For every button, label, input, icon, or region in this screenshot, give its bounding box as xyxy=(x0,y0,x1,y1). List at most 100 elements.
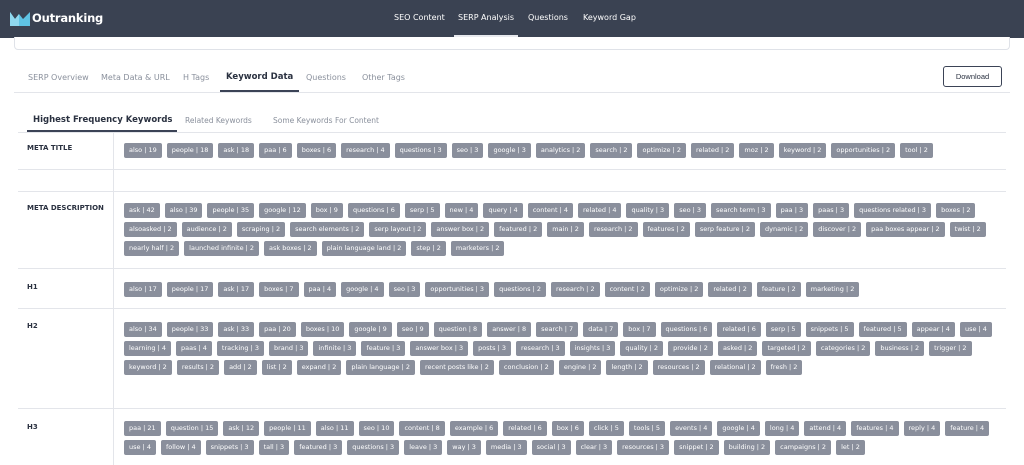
tab-h-tags[interactable]: H Tags xyxy=(183,73,209,82)
keyword-chip[interactable]: results | 2 xyxy=(176,360,220,375)
keyword-chip[interactable]: insights | 3 xyxy=(569,341,616,356)
keyword-chip[interactable]: seo | 9 xyxy=(396,322,429,337)
tab-questions[interactable]: Questions xyxy=(306,73,346,82)
keyword-chip[interactable]: leave | 3 xyxy=(404,440,443,455)
keyword-chip[interactable]: questions | 2 xyxy=(494,282,546,297)
keyword-chip[interactable]: boxes | 6 xyxy=(296,143,337,158)
keyword-chip[interactable]: infinite | 3 xyxy=(313,341,357,356)
keyword-chip[interactable]: optimize | 2 xyxy=(637,143,686,158)
keyword-chip[interactable]: seo | 3 xyxy=(388,282,421,297)
keyword-chip[interactable]: ask | 42 xyxy=(124,203,160,218)
keyword-chip[interactable]: google | 4 xyxy=(341,282,384,297)
keyword-chip[interactable]: plain language | 2 xyxy=(346,360,415,375)
keyword-chip[interactable]: also | 11 xyxy=(315,421,354,436)
keyword-chip[interactable]: paas | 4 xyxy=(175,341,212,356)
keyword-chip[interactable]: people | 33 xyxy=(166,322,214,337)
keyword-chip[interactable]: analytics | 2 xyxy=(535,143,586,158)
keyword-chip[interactable]: search elements | 2 xyxy=(290,222,365,237)
keyword-chip[interactable]: research | 3 xyxy=(516,341,565,356)
keyword-chip[interactable]: related | 4 xyxy=(578,203,622,218)
keyword-chip[interactable]: questions | 3 xyxy=(347,440,400,455)
keyword-chip[interactable]: research | 4 xyxy=(341,143,390,158)
keyword-chip[interactable]: plain language land | 2 xyxy=(321,241,407,256)
keyword-chip[interactable]: search term | 3 xyxy=(711,203,771,218)
keyword-chip[interactable]: data | 7 xyxy=(583,322,619,337)
tab-other-tags[interactable]: Other Tags xyxy=(362,73,405,82)
keyword-chip[interactable]: google | 9 xyxy=(349,322,392,337)
keyword-chip[interactable]: resources | 2 xyxy=(652,360,705,375)
keyword-chip[interactable]: ask | 17 xyxy=(218,282,255,297)
keyword-chip[interactable]: follow | 4 xyxy=(160,440,201,455)
keyword-chip[interactable]: box | 6 xyxy=(551,421,584,436)
keyword-chip[interactable]: feature | 3 xyxy=(361,341,406,356)
keyword-chip[interactable]: new | 4 xyxy=(444,203,479,218)
keyword-chip[interactable]: paa | 4 xyxy=(303,282,337,297)
keyword-chip[interactable]: related | 6 xyxy=(717,322,761,337)
keyword-chip[interactable]: tall | 3 xyxy=(258,440,290,455)
keyword-chip[interactable]: media | 3 xyxy=(485,440,527,455)
keyword-chip[interactable]: main | 2 xyxy=(547,222,584,237)
keyword-chip[interactable]: featured | 5 xyxy=(858,322,907,337)
keyword-chip[interactable]: ask | 33 xyxy=(218,322,255,337)
keyword-chip[interactable]: alsoasked | 2 xyxy=(124,222,177,237)
keyword-chip[interactable]: targeted | 2 xyxy=(762,341,811,356)
keyword-chip[interactable]: related | 2 xyxy=(708,282,752,297)
keyword-chip[interactable]: questions | 3 xyxy=(394,143,447,158)
keyword-chip[interactable]: way | 3 xyxy=(447,440,481,455)
keyword-chip[interactable]: feature | 2 xyxy=(756,282,801,297)
keyword-chip[interactable]: box | 9 xyxy=(310,203,343,218)
keyword-chip[interactable]: people | 17 xyxy=(166,282,214,297)
keyword-chip[interactable]: content | 2 xyxy=(604,282,650,297)
keyword-chip[interactable]: ask boxes | 2 xyxy=(264,241,317,256)
keyword-chip[interactable]: serp | 5 xyxy=(404,203,440,218)
keyword-chip[interactable]: feature | 4 xyxy=(945,421,990,436)
keyword-chip[interactable]: use | 4 xyxy=(124,440,156,455)
keyword-chip[interactable]: audience | 2 xyxy=(181,222,232,237)
keyword-chip[interactable]: question | 15 xyxy=(165,421,219,436)
nav-questions[interactable]: Questions xyxy=(528,13,568,22)
keyword-chip[interactable]: featured | 2 xyxy=(494,222,543,237)
keyword-chip[interactable]: dynamic | 2 xyxy=(760,222,809,237)
keyword-chip[interactable]: reply | 4 xyxy=(903,421,941,436)
keyword-chip[interactable]: serp feature | 2 xyxy=(694,222,756,237)
nav-seo-content[interactable]: SEO Content xyxy=(394,13,445,22)
keyword-chip[interactable]: brand | 3 xyxy=(268,341,309,356)
keyword-chip[interactable]: paa boxes appear | 2 xyxy=(866,222,945,237)
keyword-chip[interactable]: marketing | 2 xyxy=(805,282,860,297)
keyword-chip[interactable]: also | 34 xyxy=(124,322,162,337)
keyword-chip[interactable]: categories | 2 xyxy=(815,341,871,356)
keyword-chip[interactable]: learning | 4 xyxy=(124,341,171,356)
keyword-chip[interactable]: business | 2 xyxy=(875,341,925,356)
keyword-chip[interactable]: campaigns | 2 xyxy=(775,440,832,455)
keyword-chip[interactable]: paa | 20 xyxy=(259,322,296,337)
keyword-chip[interactable]: featured | 3 xyxy=(294,440,343,455)
keyword-chip[interactable]: scraping | 2 xyxy=(236,222,286,237)
keyword-chip[interactable]: posts | 3 xyxy=(473,341,512,356)
keyword-chip[interactable]: search | 2 xyxy=(590,143,633,158)
keyword-chip[interactable]: answer box | 2 xyxy=(431,222,490,237)
keyword-chip[interactable]: content | 8 xyxy=(399,421,445,436)
keyword-chip[interactable]: engine | 2 xyxy=(558,360,602,375)
keyword-chip[interactable]: serp layout | 2 xyxy=(369,222,427,237)
keyword-chip[interactable]: people | 35 xyxy=(207,203,255,218)
subtab-related-keywords[interactable]: Related Keywords xyxy=(185,116,252,125)
keyword-chip[interactable]: boxes | 10 xyxy=(300,322,345,337)
keyword-chip[interactable]: seo | 3 xyxy=(674,203,707,218)
keyword-chip[interactable]: features | 2 xyxy=(642,222,690,237)
keyword-chip[interactable]: people | 11 xyxy=(264,421,311,436)
keyword-chip[interactable]: query | 4 xyxy=(483,203,523,218)
keyword-chip[interactable]: also | 39 xyxy=(164,203,203,218)
keyword-chip[interactable]: boxes | 7 xyxy=(259,282,299,297)
keyword-chip[interactable]: boxes | 2 xyxy=(936,203,976,218)
keyword-chip[interactable]: quality | 3 xyxy=(626,203,670,218)
tab-serp-overview[interactable]: SERP Overview xyxy=(28,73,89,82)
keyword-chip[interactable]: long | 4 xyxy=(764,421,800,436)
keyword-chip[interactable]: also | 19 xyxy=(124,143,162,158)
keyword-chip[interactable]: keyword | 2 xyxy=(778,143,827,158)
keyword-chip[interactable]: features | 4 xyxy=(851,421,899,436)
keyword-chip[interactable]: let | 2 xyxy=(836,440,865,455)
keyword-chip[interactable]: google | 12 xyxy=(259,203,306,218)
keyword-chip[interactable]: paa | 6 xyxy=(259,143,292,158)
keyword-chip[interactable]: conclusion | 2 xyxy=(498,360,554,375)
keyword-chip[interactable]: list | 2 xyxy=(261,360,292,375)
